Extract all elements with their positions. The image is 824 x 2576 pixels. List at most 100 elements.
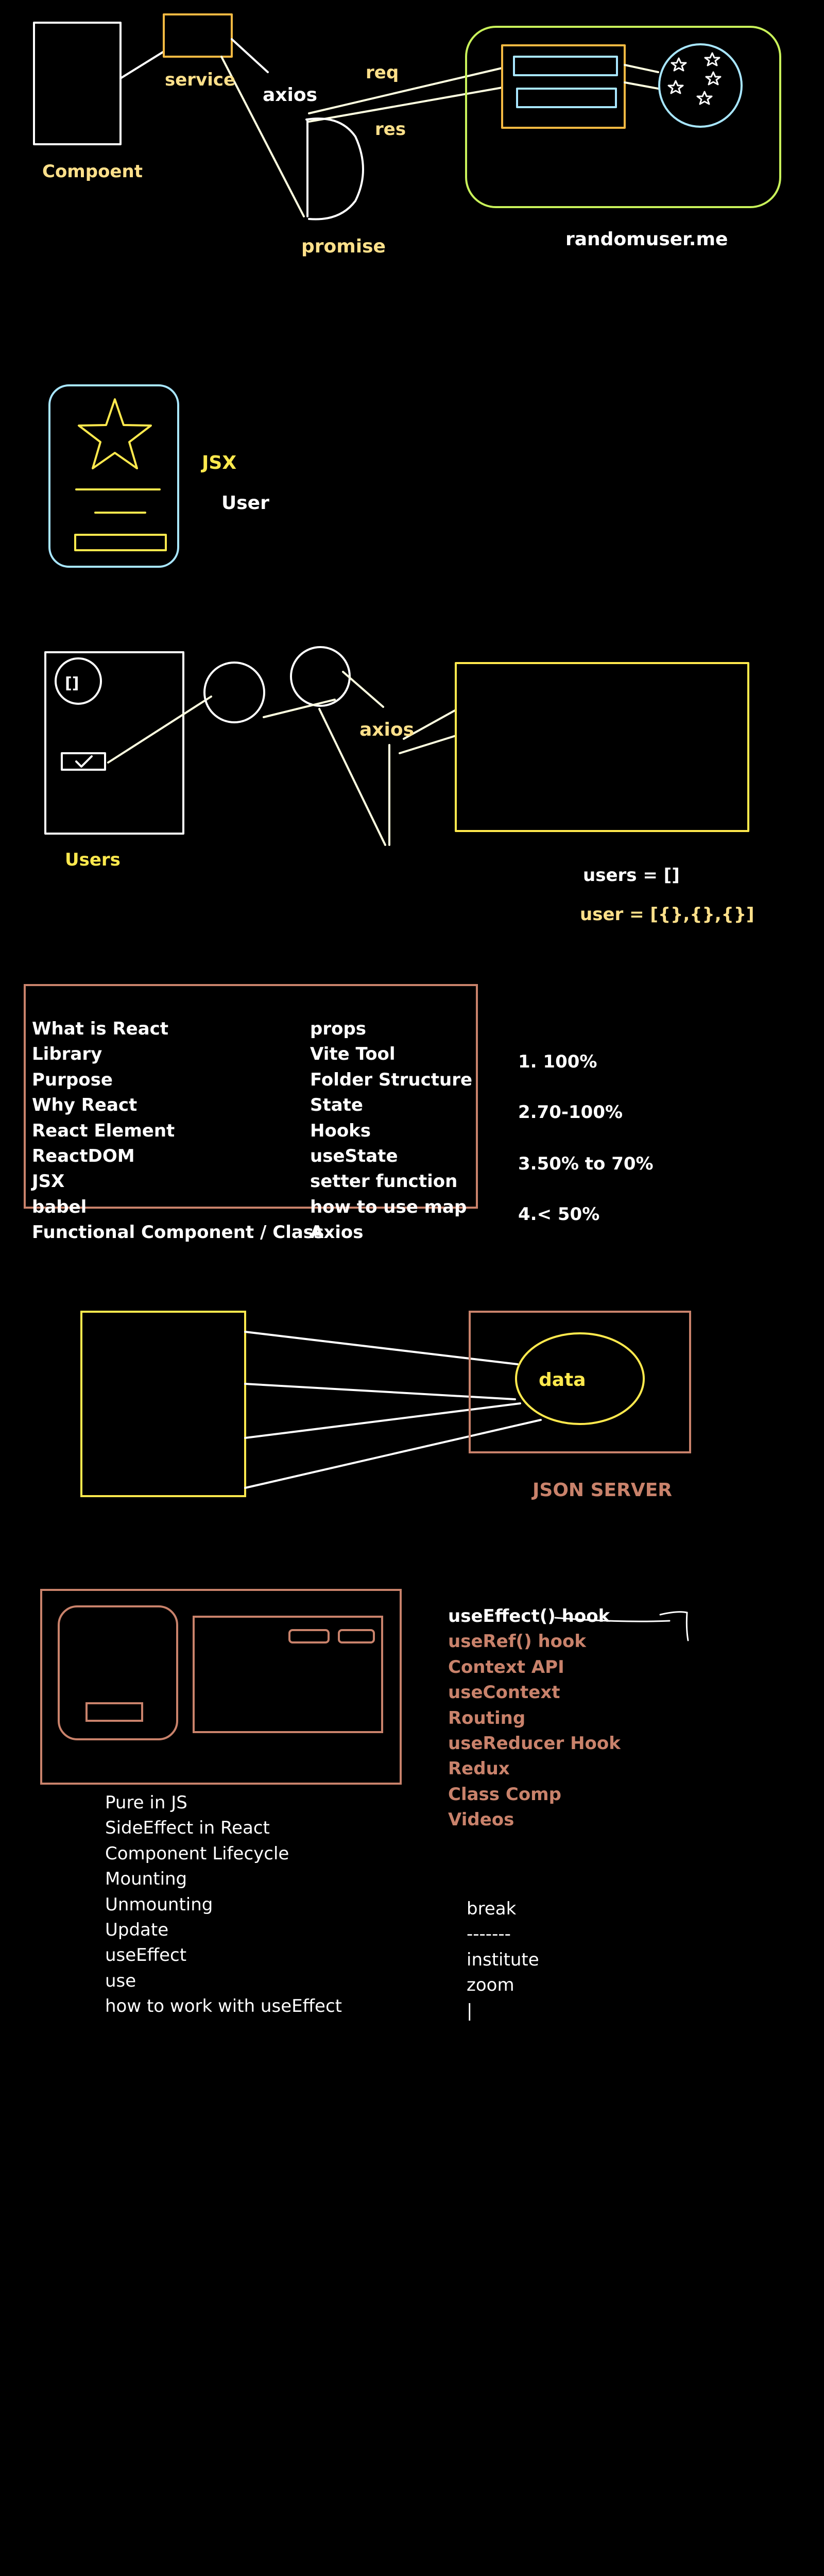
- section-jsx-labels: JSX User: [200, 452, 269, 514]
- brackets-label: []: [65, 674, 79, 692]
- card-button: [74, 534, 167, 551]
- section-json-server-labels: data JSON SERVER: [531, 1369, 672, 1501]
- topic-item: Why React: [32, 1095, 137, 1115]
- section-lifecycle: [40, 1589, 402, 1785]
- lifecycle-item: SideEffect in React: [105, 1818, 270, 1838]
- topic-item: State: [310, 1095, 363, 1115]
- component-box: [33, 22, 122, 145]
- api-label: randomuser.me: [565, 229, 728, 250]
- topic-item: Hooks: [310, 1121, 371, 1141]
- lifecycle-item: useEffect: [105, 1945, 186, 1965]
- sidebar-button: [85, 1702, 143, 1722]
- user-data-stars: [667, 52, 722, 105]
- section-jsx-card: [48, 384, 179, 568]
- component-to-service-line: [119, 50, 165, 79]
- whiteboard-canvas: Compoent service axios req res promise r…: [24, 13, 781, 2021]
- hook-item: Context API: [448, 1657, 564, 1677]
- service-label: service: [165, 70, 235, 90]
- client-box: [80, 1311, 246, 1497]
- content-panel: [193, 1616, 383, 1733]
- hook-item: Videos: [448, 1809, 514, 1830]
- content-button-1: [288, 1629, 330, 1643]
- hook-item: useContext: [448, 1682, 560, 1703]
- star-icon: [667, 80, 684, 94]
- phone-card: [48, 384, 179, 568]
- hook-current: useEffect() hook: [448, 1606, 611, 1626]
- lifecycle-item: Unmounting: [105, 1894, 213, 1915]
- score-item: 3.50% to 70%: [518, 1154, 654, 1174]
- user-label: User: [221, 493, 269, 514]
- hook-item: useReducer Hook: [448, 1733, 621, 1754]
- note-item: zoom: [467, 1975, 514, 1995]
- pointer-hook: [659, 1611, 689, 1641]
- score-list: 1. 100% 2.70-100% 3.50% to 70% 4.< 50%: [518, 1052, 654, 1225]
- fetch-line-1: [244, 1331, 519, 1365]
- topic-item: Functional Component / Class: [32, 1222, 324, 1243]
- topic-item: Axios: [310, 1222, 364, 1243]
- score-item: 2.70-100%: [518, 1102, 623, 1123]
- topic-item: useState: [310, 1146, 398, 1166]
- star-icon: [704, 52, 720, 66]
- users-data-box: [455, 662, 749, 832]
- checkbox-to-circle-line: [107, 696, 212, 764]
- content-button-2: [338, 1629, 375, 1643]
- component-label: Compoent: [42, 161, 143, 182]
- topics-left-column: What is React Library Purpose Why React …: [31, 1019, 324, 1243]
- score-item: 4.< 50%: [518, 1204, 599, 1225]
- lifecycle-topic-list: Pure in JS SideEffect in React Component…: [105, 1792, 342, 2016]
- axios-label: axios: [359, 719, 414, 740]
- note-item: institute: [467, 1950, 539, 1970]
- star-icon: [705, 71, 722, 86]
- lifecycle-item: Pure in JS: [105, 1792, 187, 1813]
- promise-label: promise: [301, 236, 386, 257]
- score-item: 1. 100%: [518, 1052, 597, 1072]
- topic-item: React Element: [32, 1121, 175, 1141]
- hook-item: useRef() hook: [448, 1631, 587, 1652]
- section-users-labels: [] axios Users users = [] user = [{},{},…: [65, 674, 754, 925]
- topic-item: ReactDOM: [32, 1146, 135, 1166]
- service-box: [163, 13, 233, 58]
- star-icon: [78, 398, 152, 469]
- check-icon: [75, 755, 93, 768]
- panel-to-db-line-2: [624, 81, 659, 90]
- checkbox: [61, 752, 106, 771]
- app-window-box: [40, 1589, 402, 1785]
- users-empty-label: users = []: [583, 865, 680, 886]
- note-item: break: [467, 1899, 517, 1919]
- lifecycle-item: Mounting: [105, 1869, 187, 1889]
- service-to-axios-line: [231, 38, 269, 73]
- hook-item: Redux: [448, 1758, 510, 1779]
- req-label: req: [366, 62, 399, 83]
- jsx-label: JSX: [200, 452, 236, 473]
- topics-right-column: props Vite Tool Folder Structure State H…: [310, 1019, 472, 1243]
- topic-item: JSX: [31, 1171, 64, 1192]
- sidebar-panel: [58, 1605, 178, 1740]
- topic-item: Purpose: [32, 1070, 113, 1090]
- req-line-1: [308, 67, 503, 114]
- json-server-label: JSON SERVER: [531, 1480, 672, 1501]
- lifecycle-item: use: [105, 1971, 136, 1991]
- users-label: Users: [65, 850, 121, 870]
- hook-item: Class Comp: [448, 1784, 561, 1805]
- circle-link-line: [263, 699, 336, 718]
- lifecycle-item: Component Lifecycle: [105, 1843, 289, 1864]
- topic-item: props: [310, 1019, 366, 1039]
- star-icon: [671, 57, 687, 72]
- note-item: |: [467, 2001, 472, 2021]
- topic-item: Folder Structure: [310, 1070, 472, 1090]
- lifecycle-item: Update: [105, 1920, 168, 1940]
- lifecycle-item: how to work with useEffect: [105, 1996, 342, 2016]
- hook-item: Routing: [448, 1708, 525, 1728]
- circle-to-axios-line: [342, 671, 384, 708]
- section-json-server: [80, 1311, 691, 1497]
- fetch-line-3: [244, 1402, 521, 1439]
- section-users-flow: [44, 646, 749, 846]
- note-item: -------: [467, 1924, 511, 1944]
- fetch-line-2: [244, 1383, 516, 1400]
- data-label: data: [539, 1369, 586, 1391]
- req-line-2: [308, 87, 503, 123]
- api-field-1: [513, 56, 618, 76]
- topic-item: Vite Tool: [310, 1044, 396, 1064]
- user-array-label: user = [{},{},{}]: [580, 904, 754, 925]
- panel-to-db-line-1: [624, 64, 659, 73]
